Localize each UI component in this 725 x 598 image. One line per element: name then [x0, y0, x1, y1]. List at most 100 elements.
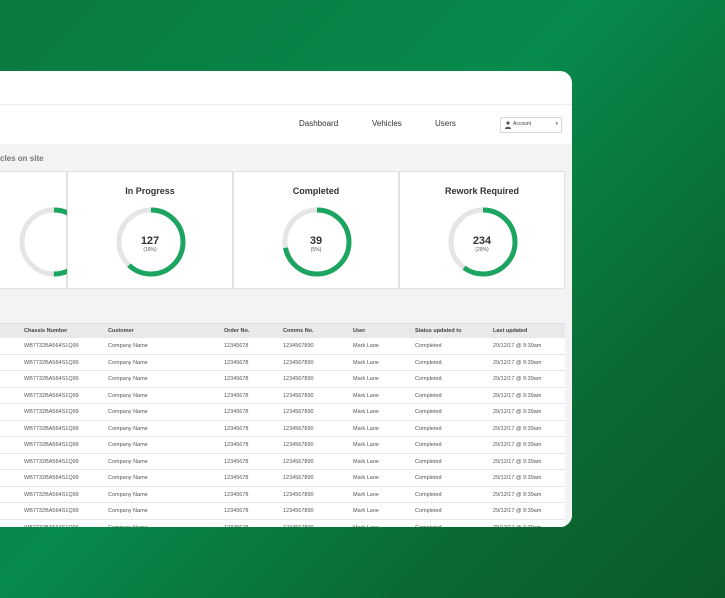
- cell-last-updated: 29/12/17 @ 9:39am: [493, 392, 542, 399]
- table-row[interactable]: WB7732BA564S1Q99 Company Name 12345678 1234…: [0, 470, 565, 487]
- cell-chassis: WB7732BA564S1Q99: [24, 508, 79, 514]
- cell-last-updated: 29/12/17 @ 9:39am: [493, 475, 542, 481]
- cell-user: Mark Lane: [353, 343, 379, 349]
- cell-user: Mark Lane: [353, 491, 379, 498]
- table-row[interactable]: WB7732BA564S1Q99 Company Name 12345678 1234…: [0, 387, 565, 404]
- cell-order: 12345678: [224, 359, 249, 366]
- table-row[interactable]: WB7732BA564S1Q99 Company Name 12345678 1234…: [0, 453, 565, 470]
- cell-chassis: WB7732BA564S1Q99: [24, 343, 79, 349]
- cell-status: Completed: [415, 392, 442, 399]
- table-row[interactable]: WB7732BA564S1Q99 Company Name 12345678 1234…: [0, 338, 565, 355]
- cell-last-updated: 29/12/17 @ 9:39am: [493, 458, 542, 465]
- column-header-user[interactable]: User: [353, 328, 365, 334]
- cell-status: Completed: [415, 409, 442, 415]
- cell-status: Completed: [415, 343, 442, 349]
- cell-status: Completed: [415, 491, 442, 498]
- user-icon: [505, 121, 511, 129]
- column-header-last-updated[interactable]: Last updated: [493, 328, 527, 334]
- cell-last-updated: 29/12/17 @ 9:39am: [493, 376, 542, 382]
- stat-count: 127: [140, 235, 160, 247]
- cell-order: 12345678: [224, 409, 249, 415]
- top-nav: Dashboard Vehicles Users Account ▾: [0, 105, 572, 144]
- cell-chassis: WB7732BA564S1Q99: [24, 458, 79, 465]
- table-row[interactable]: WB7732BA564S1Q99 Company Name 12345678 1234…: [0, 437, 565, 454]
- top-bar: [0, 71, 572, 105]
- cell-order: 12345678: [224, 458, 249, 465]
- cell-chassis: WB7732BA564S1Q99: [24, 376, 79, 382]
- cell-chassis: WB7732BA564S1Q99: [24, 359, 79, 366]
- table-row[interactable]: WB7732BA564S1Q99 Company Name 12345678 1234…: [0, 420, 565, 437]
- cell-comms: 1234567890: [283, 442, 314, 448]
- cell-chassis: WB7732BA564S1Q99: [24, 475, 79, 481]
- stat-percent: (29%): [475, 247, 489, 253]
- caret-down-icon: ▾: [555, 121, 558, 127]
- stat-count: 234: [472, 235, 492, 247]
- cell-order: 12345678: [224, 343, 249, 349]
- cell-order: 12345678: [224, 508, 249, 514]
- stat-card-title: In Progress: [125, 186, 175, 196]
- column-header-status[interactable]: Status updated to: [415, 328, 461, 334]
- cell-customer: Company Name: [108, 508, 148, 514]
- cell-customer: Company Name: [108, 458, 148, 465]
- cell-user: Mark Lane: [353, 475, 379, 481]
- cell-comms: 1234567890: [283, 458, 314, 465]
- stat-card-title: Completed: [292, 186, 340, 196]
- column-header-chassis[interactable]: Chassis Number: [24, 328, 67, 334]
- cell-status: Completed: [415, 359, 442, 366]
- cell-user: Mark Lane: [353, 525, 379, 528]
- table-row[interactable]: WB7732BA564S1Q99 Company Name 12345678 1234…: [0, 486, 565, 503]
- section-title: cles on site: [0, 154, 44, 163]
- stat-percent: (16%): [143, 247, 157, 253]
- cell-last-updated: 29/12/17 @ 9:39am: [493, 525, 541, 528]
- table-row[interactable]: WB7732BA564S1Q99 Company Name 12345678 1234…: [0, 519, 565, 528]
- cell-order: 12345678: [224, 376, 249, 382]
- cell-chassis: WB7732BA564S1Q99: [24, 392, 79, 399]
- column-header-comms[interactable]: Comms No.: [283, 328, 314, 334]
- cell-customer: Company Name: [108, 409, 148, 415]
- app-window: Dashboard Vehicles Users Account ▾ cles …: [0, 71, 572, 527]
- table-body: WB7732BA564S1Q99 Company Name 12345678 1234…: [0, 338, 565, 527]
- cell-comms: 1234567890: [283, 392, 314, 399]
- cell-comms: 1234567890: [283, 425, 314, 432]
- cell-status: Completed: [415, 525, 442, 528]
- cell-chassis: WB7732BA564S1Q99: [24, 425, 79, 432]
- column-header-order[interactable]: Order No.: [224, 328, 249, 334]
- cell-customer: Company Name: [108, 392, 148, 399]
- cell-order: 12345678: [224, 425, 249, 432]
- cell-comms: 1234567890: [283, 475, 314, 481]
- cell-customer: Company Name: [108, 425, 148, 432]
- cell-last-updated: 29/12/17 @ 9:39am: [493, 359, 542, 366]
- cell-order: 12345678: [224, 525, 248, 528]
- cell-order: 12345678: [224, 491, 249, 498]
- table-row[interactable]: WB7732BA564S1Q99 Company Name 12345678 1234…: [0, 503, 565, 520]
- cell-last-updated: 29/12/17 @ 9:39am: [493, 343, 542, 349]
- stat-card-completed: Completed 39 (5%): [233, 171, 399, 289]
- column-header-customer[interactable]: Customer: [108, 328, 134, 334]
- table-row[interactable]: WB7732BA564S1Q99 Company Name 12345678 1234…: [0, 354, 565, 371]
- cell-order: 12345678: [224, 392, 249, 399]
- cell-user: Mark Lane: [353, 359, 379, 366]
- cell-status: Completed: [415, 508, 442, 514]
- table-row[interactable]: WB7732BA564S1Q99 Company Name 12345678 1234…: [0, 404, 565, 421]
- table-header: Chassis Number Customer Order No. Comms …: [0, 323, 565, 338]
- cell-chassis: WB7732BA564S1Q99: [24, 409, 79, 415]
- cell-user: Mark Lane: [353, 409, 379, 415]
- cell-comms: 1234567890: [283, 409, 314, 415]
- cell-status: Completed: [415, 425, 442, 432]
- cell-last-updated: 29/12/17 @ 9:39am: [493, 409, 542, 415]
- table-row[interactable]: WB7732BA564S1Q99 Company Name 12345678 1234…: [0, 371, 565, 388]
- nav-dashboard[interactable]: Dashboard: [299, 119, 338, 128]
- account-dropdown[interactable]: Account ▾: [500, 117, 562, 133]
- account-label: Account: [513, 121, 532, 127]
- cell-customer: Company Name: [108, 359, 148, 366]
- cell-chassis: WB7732BA564S1Q99: [24, 525, 79, 528]
- cell-last-updated: 29/12/17 @ 9:39am: [493, 442, 542, 448]
- nav-users[interactable]: Users: [435, 119, 456, 128]
- stat-card-rework-required: Rework Required 234 (29%): [399, 171, 565, 289]
- nav-vehicles[interactable]: Vehicles: [372, 119, 402, 128]
- cell-chassis: WB7732BA564S1Q99: [24, 442, 79, 448]
- cell-chassis: WB7732BA564S1Q99: [24, 491, 79, 498]
- cell-comms: 1234567890: [283, 376, 314, 382]
- cell-comms: 1234567890: [283, 343, 314, 349]
- cell-customer: Company Name: [108, 376, 148, 382]
